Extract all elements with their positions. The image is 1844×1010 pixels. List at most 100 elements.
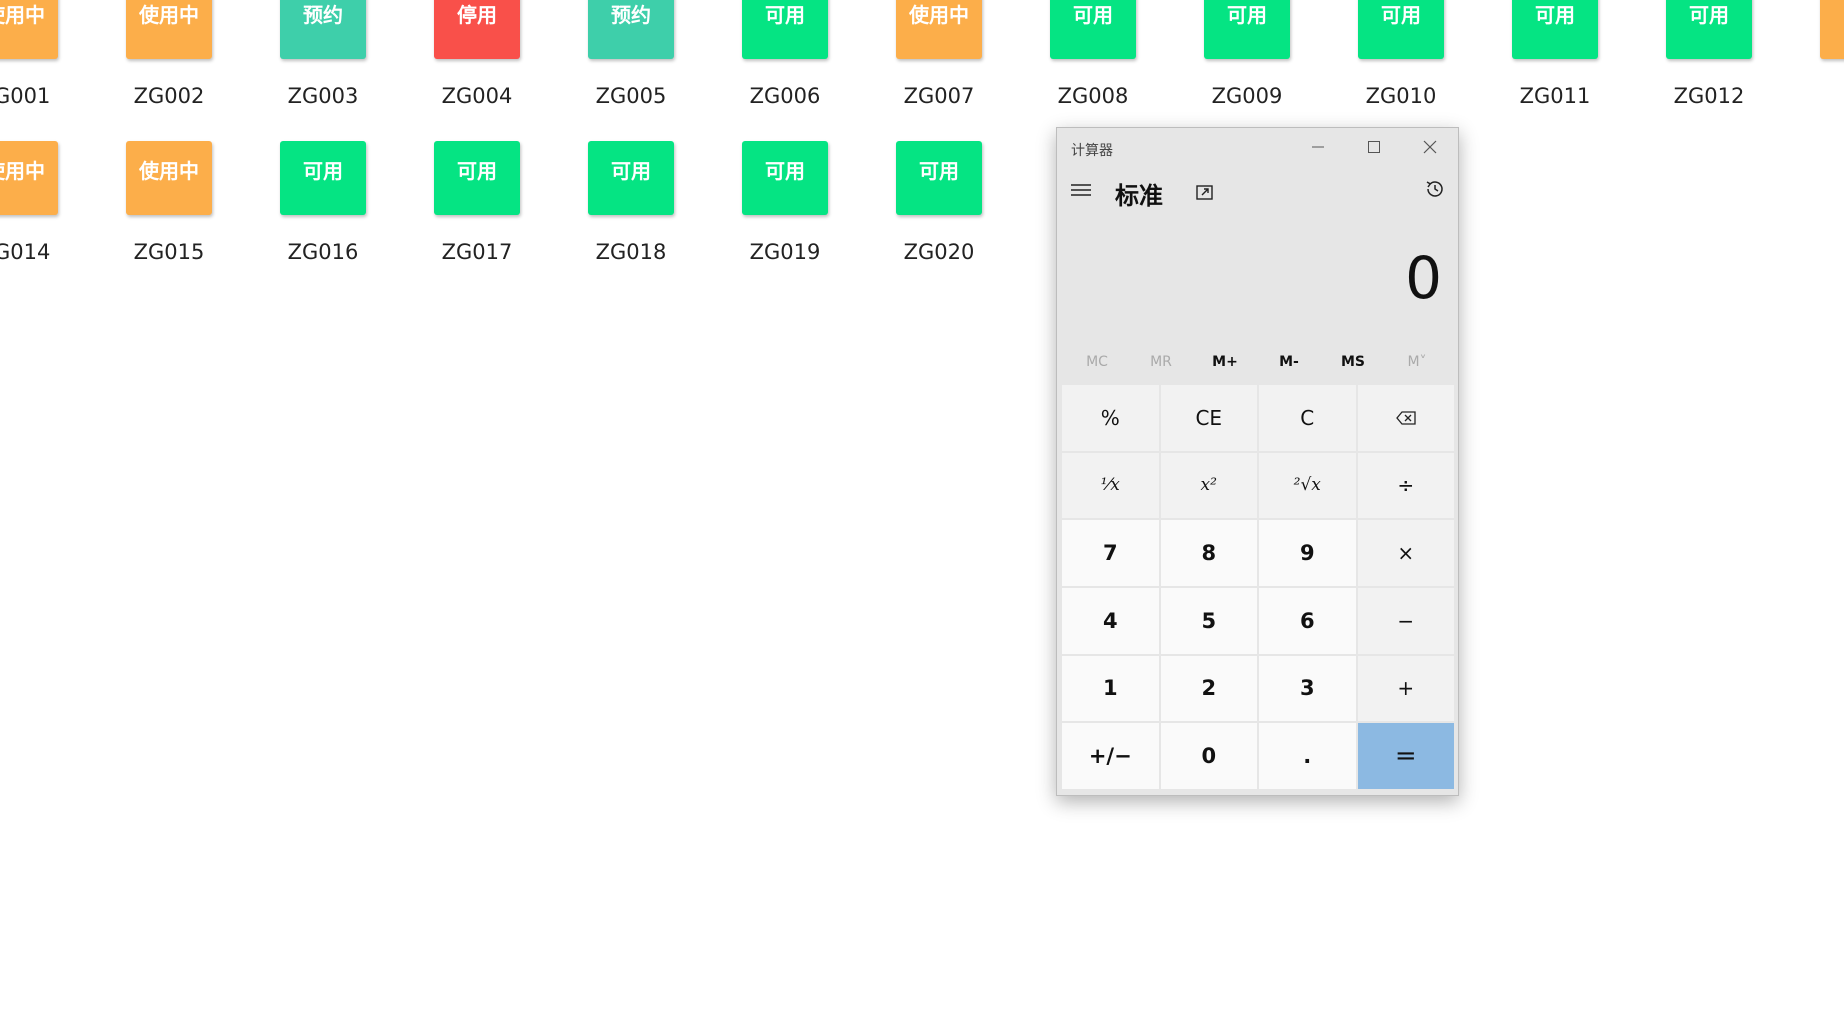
- digit-4-key[interactable]: 4: [1062, 587, 1159, 654]
- device-status-label: 停用: [457, 3, 497, 27]
- device-code-label: ZG007: [903, 84, 975, 108]
- equals-key[interactable]: =: [1357, 723, 1454, 789]
- device-status-tile[interactable]: 使用中: [126, 141, 212, 215]
- memory-mminus-button[interactable]: M-: [1257, 346, 1321, 378]
- device-code-label: ZG003: [287, 84, 359, 108]
- minimize-button[interactable]: [1290, 128, 1346, 166]
- device-code-label: ZG016: [287, 240, 359, 264]
- device-status-tile[interactable]: 使用中: [0, 0, 58, 59]
- digit-6-key[interactable]: 6: [1259, 587, 1356, 654]
- multiply-key-label: ×: [1397, 541, 1415, 566]
- close-button[interactable]: [1402, 128, 1458, 166]
- subtract-key[interactable]: −: [1357, 587, 1454, 654]
- square-key-label: x²: [1200, 475, 1217, 496]
- digit-6-key-label: 6: [1299, 608, 1315, 633]
- digit-7-key-label: 7: [1102, 541, 1118, 566]
- memory-mr-button[interactable]: MR: [1129, 346, 1193, 378]
- digit-4-key-label: 4: [1102, 608, 1118, 633]
- digit-9-key-label: 9: [1299, 541, 1315, 566]
- decimal-key[interactable]: .: [1259, 723, 1356, 789]
- device-status-label: 可用: [1381, 3, 1421, 27]
- device-code-label: ZG012: [1673, 84, 1745, 108]
- backspace-key[interactable]: [1357, 385, 1454, 451]
- negate-key[interactable]: +/−: [1062, 723, 1159, 789]
- result-display: 0: [1405, 244, 1442, 312]
- device-status-label: 使用中: [909, 3, 969, 27]
- device-status-tile[interactable]: 预约: [588, 0, 674, 59]
- device-status-tile[interactable]: 可用: [896, 141, 982, 215]
- device-status-label: 可用: [1227, 3, 1267, 27]
- device-status-label: 可用: [457, 159, 497, 183]
- device-status-label: 使用中: [0, 3, 45, 27]
- clear-entry-key[interactable]: CE: [1160, 385, 1257, 451]
- clear-key[interactable]: C: [1259, 385, 1356, 451]
- subtract-key-label: −: [1397, 608, 1415, 633]
- device-code-label: ZG009: [1211, 84, 1283, 108]
- digit-0-key[interactable]: 0: [1160, 723, 1257, 789]
- device-status-tile[interactable]: 可用: [434, 141, 520, 215]
- device-status-label: 预约: [611, 3, 651, 27]
- device-status-tile[interactable]: 可用: [1666, 0, 1752, 59]
- device-status-tile[interactable]: 可用: [588, 141, 674, 215]
- reciprocal-key[interactable]: ⅟x: [1062, 452, 1159, 519]
- device-status-tile[interactable]: 预约: [280, 0, 366, 59]
- device-status-label: 使用中: [139, 3, 199, 27]
- digit-5-key[interactable]: 5: [1160, 587, 1257, 654]
- memory-row: MC MR M+ M- MS M˅: [1065, 346, 1449, 378]
- device-status-label: 预约: [303, 3, 343, 27]
- backspace-icon: [1395, 411, 1416, 425]
- digit-0-key-label: 0: [1201, 744, 1217, 769]
- device-status-tile[interactable]: 可用: [742, 0, 828, 59]
- device-status-tile[interactable]: 使用中: [896, 0, 982, 59]
- hamburger-menu-icon: [1071, 184, 1091, 196]
- minimize-icon: [1312, 146, 1324, 148]
- device-status-tile[interactable]: 使用中: [0, 141, 58, 215]
- device-status-tile[interactable]: 可用: [1050, 0, 1136, 59]
- percent-key-label: %: [1100, 405, 1120, 430]
- mode-title: 标准: [1115, 182, 1163, 210]
- keep-on-top-icon: [1196, 185, 1213, 200]
- device-status-tile[interactable]: 可用: [280, 141, 366, 215]
- square-root-key-label: ²√x: [1293, 475, 1321, 496]
- keep-on-top-button[interactable]: [1193, 180, 1217, 204]
- history-button[interactable]: [1422, 176, 1448, 202]
- square-key[interactable]: x²: [1160, 452, 1257, 519]
- device-code-label: ZG006: [749, 84, 821, 108]
- device-status-tile[interactable]: 停用: [434, 0, 520, 59]
- memory-ms-button[interactable]: MS: [1321, 346, 1385, 378]
- device-status-tile[interactable]: 使用中: [126, 0, 212, 59]
- digit-9-key[interactable]: 9: [1259, 520, 1356, 586]
- memory-mlist-button[interactable]: M˅: [1385, 346, 1449, 378]
- device-status-label: 可用: [1073, 3, 1113, 27]
- digit-3-key-label: 3: [1299, 676, 1315, 701]
- maximize-button[interactable]: [1346, 128, 1402, 166]
- keypad: % CE C ⅟x x² ²√x ÷ 7 8 9 × 4 5 6 − 1 2 3 + +/− 0. =: [1062, 385, 1454, 789]
- device-status-tile[interactable]: 可用: [1358, 0, 1444, 59]
- digit-7-key[interactable]: 7: [1062, 520, 1159, 586]
- add-key[interactable]: +: [1357, 655, 1454, 722]
- device-status-tile[interactable]: 使: [1820, 0, 1844, 59]
- digit-2-key[interactable]: 2: [1160, 655, 1257, 722]
- device-code-label: ZG011: [1519, 84, 1591, 108]
- digit-1-key[interactable]: 1: [1062, 655, 1159, 722]
- device-status-tile[interactable]: 可用: [742, 141, 828, 215]
- device-status-tile[interactable]: 可用: [1204, 0, 1290, 59]
- device-code-label: Z: [1788, 84, 1844, 108]
- memory-mplus-button[interactable]: M+: [1193, 346, 1257, 378]
- digit-3-key[interactable]: 3: [1259, 655, 1356, 722]
- clear-entry-key-label: CE: [1195, 405, 1223, 430]
- divide-key[interactable]: ÷: [1357, 452, 1454, 519]
- multiply-key[interactable]: ×: [1357, 520, 1454, 586]
- percent-key[interactable]: %: [1062, 385, 1159, 451]
- window-title: 计算器: [1071, 143, 1113, 159]
- calculator-titlebar[interactable]: 计算器: [1057, 128, 1458, 166]
- navigation-menu-button[interactable]: [1069, 178, 1093, 202]
- digit-8-key-label: 8: [1201, 541, 1217, 566]
- decimal-key-label: .: [1303, 744, 1312, 769]
- device-status-label: 可用: [919, 159, 959, 183]
- device-status-tile[interactable]: 可用: [1512, 0, 1598, 59]
- device-code-label: ZG010: [1365, 84, 1437, 108]
- digit-8-key[interactable]: 8: [1160, 520, 1257, 586]
- square-root-key[interactable]: ²√x: [1259, 452, 1356, 519]
- memory-mc-button[interactable]: MC: [1065, 346, 1129, 378]
